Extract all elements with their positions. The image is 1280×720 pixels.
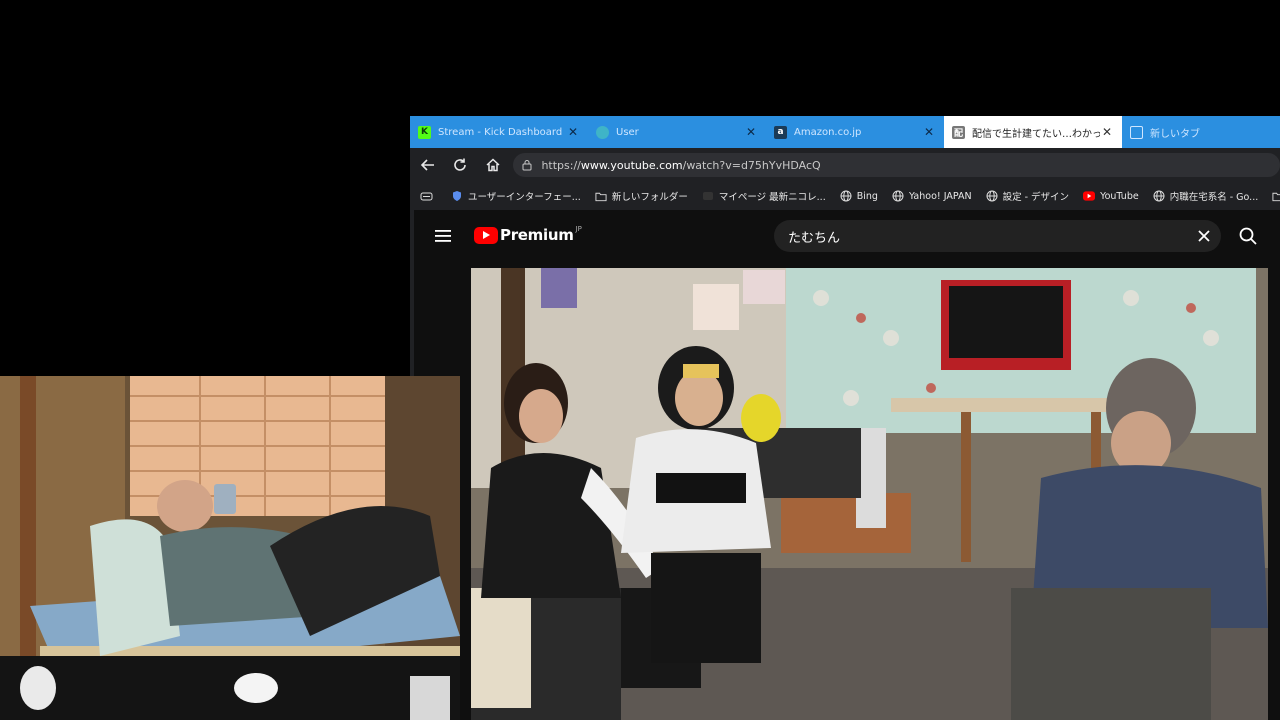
user-icon <box>596 125 609 139</box>
youtube-header: Premium JP たむちん <box>414 210 1280 266</box>
bookmark-label: Bing <box>856 190 878 202</box>
bookmark-label: 設定 - デザイン <box>1002 192 1070 203</box>
youtube-icon <box>1083 190 1096 202</box>
tab-user[interactable]: User ✕ <box>588 116 766 148</box>
tab-title: 新しいタブ <box>1150 128 1200 140</box>
close-icon[interactable]: ✕ <box>922 125 936 139</box>
lock-icon <box>522 160 532 171</box>
webcam-overlay <box>0 376 460 720</box>
video-frame <box>471 268 1268 720</box>
globe-icon <box>892 190 904 202</box>
youtube-play-icon <box>474 226 498 244</box>
amazon-icon: a <box>774 125 787 139</box>
bookmarks-bar: ユーザーインターフェー... 新しいフォルダー マイページ 最新ニコレ... B… <box>410 182 1280 210</box>
search-query: たむちん <box>788 230 841 246</box>
bookmark-item[interactable]: Yahoo! JAPAN <box>892 190 972 202</box>
menu-button[interactable] <box>434 227 452 245</box>
url-path: /watch?v=d75hYvHDAcQ <box>682 158 821 172</box>
search-icon <box>1239 227 1257 245</box>
bookmark-item[interactable]: YouTube <box>1083 190 1139 202</box>
close-icon[interactable]: ✕ <box>566 125 580 139</box>
tab-title: 配信で生計建てたい…わかってん <box>972 128 1100 140</box>
home-button[interactable] <box>478 150 507 180</box>
tab-youtube-video[interactable]: 配 配信で生計建てたい…わかってん ✕ <box>944 116 1122 148</box>
shield-icon <box>451 190 463 202</box>
bookmark-item[interactable]: Bing <box>840 190 878 202</box>
bookmark-item[interactable]: 内職在宅系名 - Go... <box>1153 189 1259 203</box>
bookmark-item[interactable]: ユーザーインターフェー... <box>451 189 581 203</box>
browser-toolbar: https://www.youtube.com/watch?v=d75hYvHD… <box>410 148 1280 182</box>
address-bar[interactable]: https://www.youtube.com/watch?v=d75hYvHD… <box>513 153 1280 177</box>
globe-icon <box>840 190 852 202</box>
bookmark-item[interactable]: 設定 - デザイン <box>986 189 1069 203</box>
clear-icon[interactable] <box>1195 227 1213 245</box>
reload-icon <box>454 158 467 171</box>
bookmark-item[interactable]: マイページ 最新ニコレ... <box>702 189 826 203</box>
webcam-frame <box>0 376 460 720</box>
tab-amazon[interactable]: a Amazon.co.jp ✕ <box>766 116 944 148</box>
back-button[interactable] <box>413 150 442 180</box>
page-icon: 配 <box>952 125 965 139</box>
reload-button[interactable] <box>445 150 474 180</box>
folder-icon <box>595 190 607 202</box>
kick-icon: K <box>418 125 431 139</box>
globe-icon <box>1153 190 1165 202</box>
tab-new-tab[interactable]: 新しいタブ <box>1122 116 1280 148</box>
url-host: www.youtube.com <box>580 158 683 172</box>
folder-icon <box>1272 190 1280 202</box>
bookmark-label: ユーザーインターフェー... <box>468 192 581 203</box>
tab-kick-dashboard[interactable]: K Stream - Kick Dashboard ✕ <box>410 116 588 148</box>
bookmark-sidebar-toggle[interactable] <box>420 191 433 202</box>
search-button[interactable] <box>1228 220 1268 252</box>
url-text: https://www.youtube.com/watch?v=d75hYvHD… <box>541 159 820 172</box>
bookmark-label: マイページ 最新ニコレ... <box>718 192 826 203</box>
tab-title: User <box>616 126 639 138</box>
bookmark-overflow[interactable] <box>1272 190 1280 202</box>
bookmark-label: 内職在宅系名 - Go... <box>1169 192 1259 203</box>
url-prefix: https:// <box>541 158 581 172</box>
niconico-icon <box>702 190 714 202</box>
new-tab-icon <box>1130 125 1143 139</box>
hamburger-icon <box>435 230 451 242</box>
back-arrow-icon <box>420 159 434 171</box>
bookmark-label: YouTube <box>1100 190 1139 202</box>
globe-icon <box>986 190 998 202</box>
youtube-logo[interactable]: Premium JP <box>474 225 582 244</box>
tab-bar: K Stream - Kick Dashboard ✕ User ✕ a Ama… <box>410 116 1280 148</box>
bookmark-label: 新しいフォルダー <box>611 192 688 203</box>
collections-icon <box>420 192 433 200</box>
close-icon[interactable]: ✕ <box>1100 125 1114 139</box>
logo-text: Premium <box>500 226 574 244</box>
search-input[interactable]: たむちん <box>774 220 1221 252</box>
bookmark-item[interactable]: 新しいフォルダー <box>595 189 688 203</box>
tab-title: Stream - Kick Dashboard <box>438 126 563 138</box>
bookmark-label: Yahoo! JAPAN <box>908 190 972 202</box>
close-icon[interactable]: ✕ <box>744 125 758 139</box>
home-icon <box>486 158 500 172</box>
video-player[interactable] <box>471 268 1268 720</box>
tab-title: Amazon.co.jp <box>794 126 862 138</box>
logo-region: JP <box>575 225 582 233</box>
